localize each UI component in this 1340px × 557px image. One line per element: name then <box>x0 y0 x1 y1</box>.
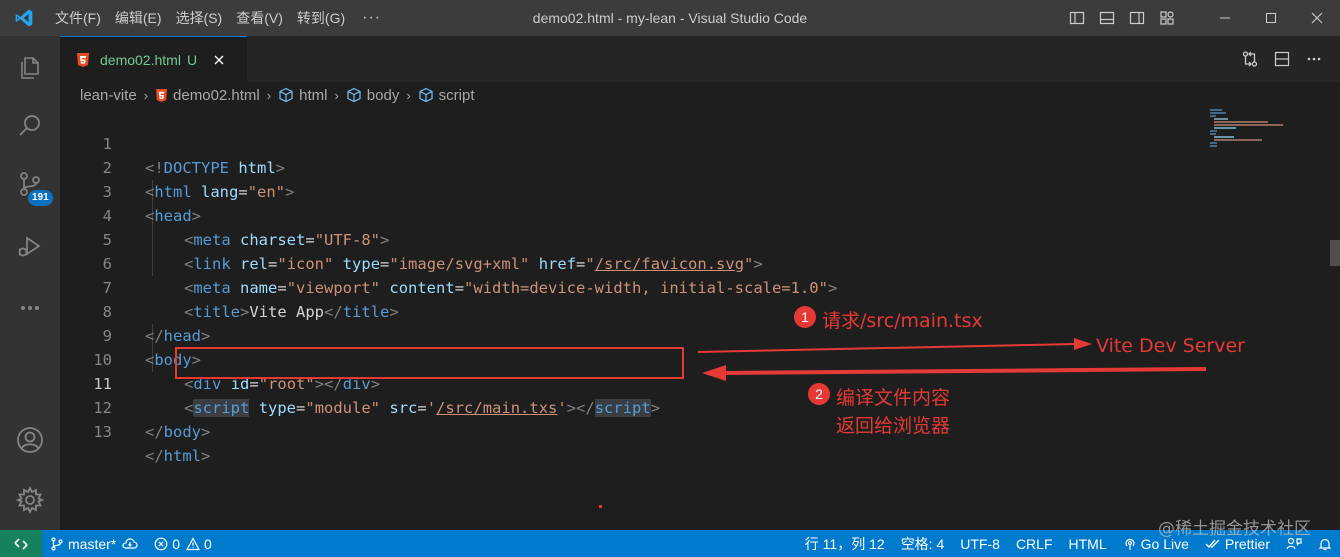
git-branch-icon <box>51 536 63 551</box>
broadcast-icon <box>1125 538 1135 550</box>
notifications-bell-icon[interactable] <box>1310 530 1340 557</box>
indentation[interactable]: 空格: 4 <box>893 530 953 557</box>
step1-label: 请求/src/main.tsx <box>822 310 983 332</box>
error-icon <box>154 537 168 550</box>
sync-cloud-icon[interactable] <box>122 537 138 551</box>
warning-icon <box>186 536 201 550</box>
error-count: 0 <box>172 535 181 552</box>
stray-red-dot <box>599 505 602 508</box>
step2-label-line1: 编译文件内容 <box>836 387 951 409</box>
problems-indicator[interactable]: 0 0 <box>146 530 220 557</box>
annotation-arrows <box>697 338 1207 381</box>
end-of-line[interactable]: CRLF <box>1008 530 1061 557</box>
watermark: @稀土掘金技术社区 <box>1158 519 1311 539</box>
step2-label-line2: 返回给浏览器 <box>836 415 951 437</box>
language-mode[interactable]: HTML <box>1061 530 1115 557</box>
remote-indicator-icon[interactable] <box>0 530 42 557</box>
step2-number-badge: 2 <box>808 383 830 405</box>
vite-dev-server-label: Vite Dev Server <box>1096 335 1245 357</box>
step1-number-badge: 1 <box>794 306 816 328</box>
git-branch[interactable]: master* <box>42 530 146 557</box>
warning-count: 0 <box>204 535 212 552</box>
branch-name: master* <box>68 535 117 552</box>
status-bar: master* 0 0 行 11，列 12 空格: 4 UTF-8 CRLF H… <box>0 530 1340 557</box>
encoding[interactable]: UTF-8 <box>952 530 1008 557</box>
cursor-position[interactable]: 行 11，列 12 <box>797 530 893 557</box>
